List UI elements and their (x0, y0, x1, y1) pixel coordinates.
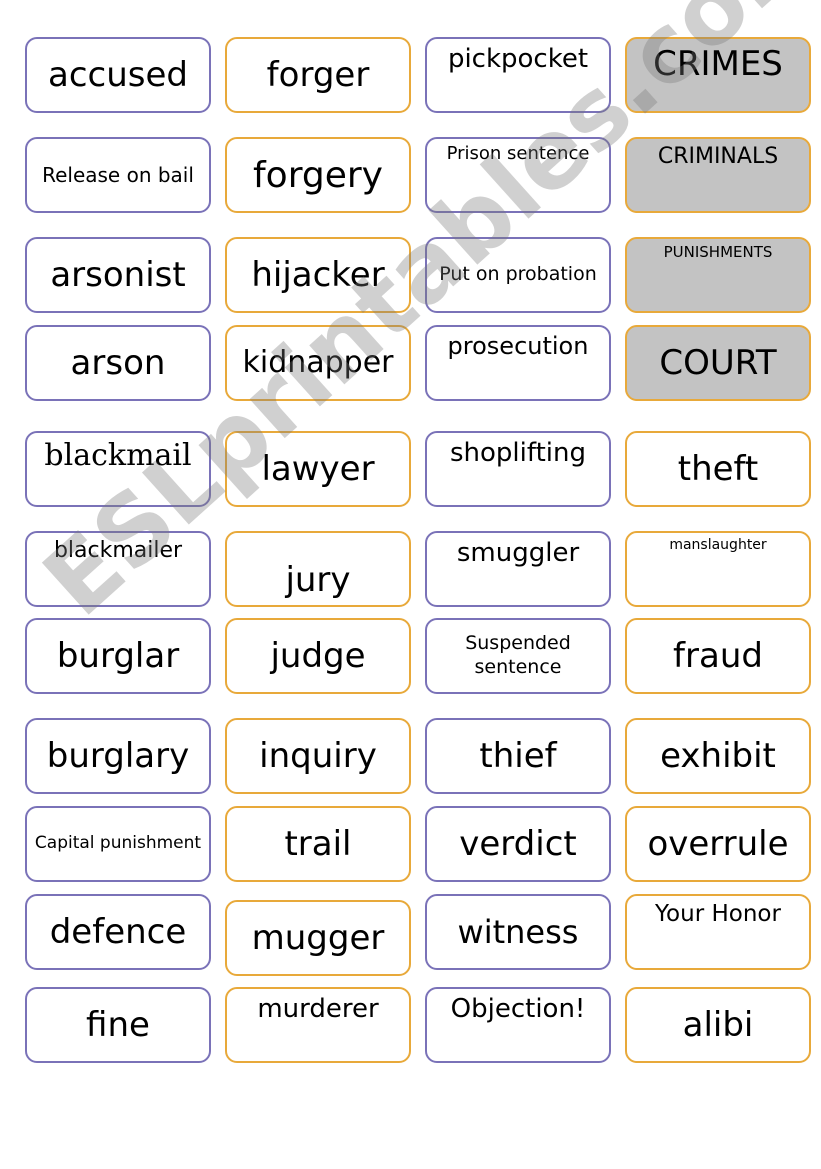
card-label: witness (457, 913, 579, 951)
card-label: fine (86, 1004, 150, 1045)
word-card: Suspended sentence (425, 618, 611, 694)
card-label: burglar (56, 635, 180, 676)
word-card: alibi (625, 987, 811, 1063)
word-card: pickpocket (425, 37, 611, 113)
word-card: accused (25, 37, 211, 113)
word-card: smuggler (425, 531, 611, 607)
card-label: forgery (253, 154, 383, 196)
card-label: kidnapper (242, 345, 394, 381)
word-card: Your Honor (625, 894, 811, 970)
card-label: hijacker (251, 254, 385, 295)
word-card: manslaughter (625, 531, 811, 607)
card-label: Put on probation (439, 263, 597, 286)
word-card: blackmailer (25, 531, 211, 607)
card-label: overrule (647, 823, 789, 864)
word-card: Release on bail (25, 137, 211, 213)
card-label: trail (284, 823, 352, 864)
card-label: jury (285, 559, 351, 600)
card-label: theft (677, 448, 759, 489)
card-label: exhibit (660, 735, 776, 776)
word-card: witness (425, 894, 611, 970)
word-card: theft (625, 431, 811, 507)
word-card: Capital punishment (25, 806, 211, 882)
card-label: alibi (682, 1004, 754, 1045)
word-card: defence (25, 894, 211, 970)
category-header-card: CRIMES (625, 37, 811, 113)
card-label: Objection! (450, 994, 586, 1024)
card-label: Capital punishment (34, 833, 202, 854)
word-card: jury (225, 531, 411, 607)
card-label: burglary (46, 735, 190, 776)
card-label: manslaughter (669, 537, 767, 553)
card-label: Prison sentence (446, 143, 590, 164)
card-label: smuggler (456, 538, 580, 568)
word-card: forgery (225, 137, 411, 213)
card-label: defence (49, 911, 187, 952)
word-card: kidnapper (225, 325, 411, 401)
card-label: arson (70, 342, 166, 383)
word-card: arson (25, 325, 211, 401)
card-label: murderer (257, 994, 379, 1024)
card-label: Release on bail (42, 162, 194, 187)
card-label: blackmail (44, 438, 192, 473)
card-label: judge (270, 635, 366, 676)
word-card: inquiry (225, 718, 411, 794)
word-card: burglar (25, 618, 211, 694)
card-label: Suspended sentence (465, 632, 571, 678)
card-label: CRIMINALS (657, 144, 779, 169)
word-card: exhibit (625, 718, 811, 794)
word-card: trail (225, 806, 411, 882)
card-label: CRIMES (653, 44, 783, 84)
category-header-card: COURT (625, 325, 811, 401)
word-card: shoplifting (425, 431, 611, 507)
word-card: Objection! (425, 987, 611, 1063)
card-label: fraud (673, 635, 763, 676)
card-label: pickpocket (447, 44, 589, 74)
card-label: thief (479, 735, 557, 776)
card-label: arsonist (50, 254, 186, 295)
word-card: forger (225, 37, 411, 113)
word-card: overrule (625, 806, 811, 882)
word-card: arsonist (25, 237, 211, 313)
word-card: thief (425, 718, 611, 794)
card-label: inquiry (259, 735, 377, 776)
card-label: prosecution (447, 332, 589, 360)
card-label: forger (266, 54, 370, 95)
card-label: accused (48, 54, 188, 95)
word-card: judge (225, 618, 411, 694)
card-label: verdict (459, 823, 577, 864)
card-label: blackmailer (53, 538, 183, 563)
word-card: murderer (225, 987, 411, 1063)
word-card: Put on probation (425, 237, 611, 313)
card-label: COURT (659, 342, 777, 383)
word-card: lawyer (225, 431, 411, 507)
word-card: fraud (625, 618, 811, 694)
card-label: shoplifting (450, 438, 586, 468)
card-label: lawyer (261, 448, 375, 489)
word-card: burglary (25, 718, 211, 794)
word-card: fine (25, 987, 211, 1063)
category-header-card: CRIMINALS (625, 137, 811, 213)
word-card: hijacker (225, 237, 411, 313)
word-card: verdict (425, 806, 611, 882)
card-label: PUNISHMENTS (663, 243, 773, 261)
category-header-card: PUNISHMENTS (625, 237, 811, 313)
word-card: blackmail (25, 431, 211, 507)
card-label: mugger (251, 917, 385, 958)
word-card: mugger (225, 900, 411, 976)
word-card: prosecution (425, 325, 611, 401)
card-label: Your Honor (655, 901, 781, 927)
word-card: Prison sentence (425, 137, 611, 213)
